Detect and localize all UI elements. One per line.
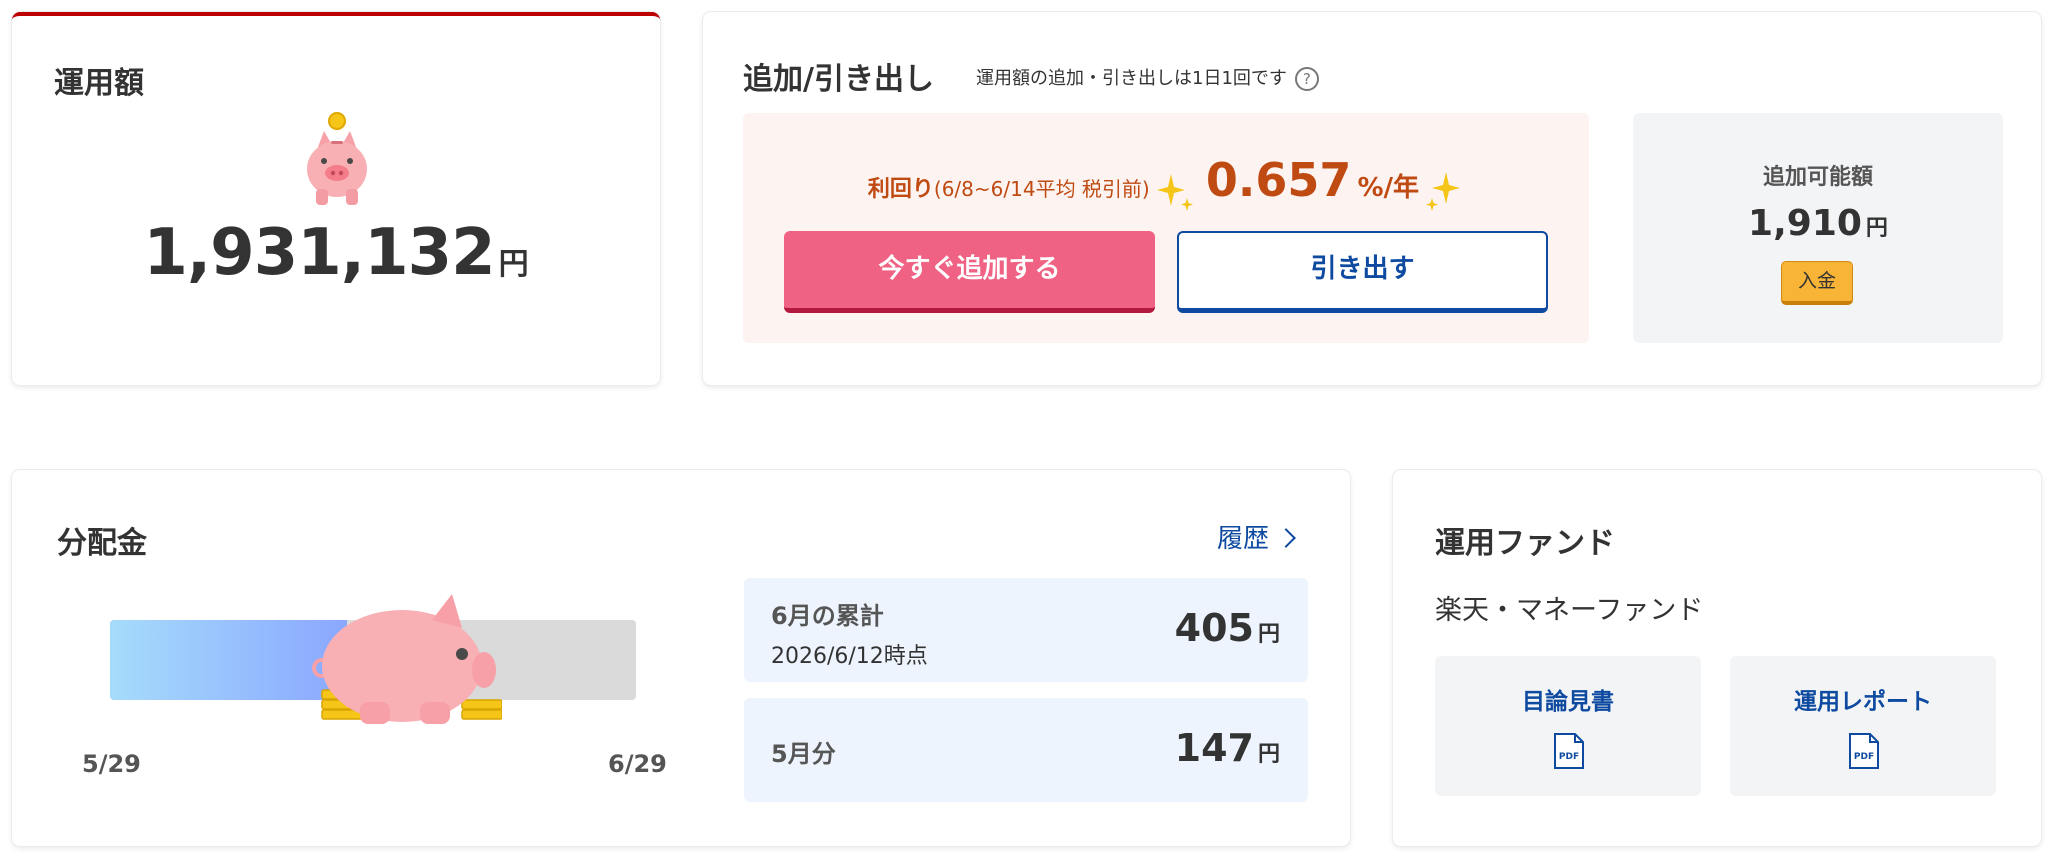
yield-unit: %/年 [1357, 173, 1419, 203]
history-link-label: 履歴 [1217, 524, 1270, 554]
frequency-note: 運用額の追加・引き出しは1日1回です? [976, 64, 1319, 91]
piggy-bank-icon [312, 594, 502, 724]
fund-name: 楽天・マネーファンド [1435, 595, 1704, 626]
prospectus-button[interactable]: 目論見書 PDF [1435, 656, 1701, 796]
start-date: 5/29 [82, 750, 141, 778]
pdf-icon-text: PDF [1854, 752, 1874, 762]
end-date: 6/29 [608, 750, 667, 778]
chevron-right-icon [1276, 527, 1296, 548]
add-withdraw-card: 追加/引き出し 運用額の追加・引き出しは1日1回です? 利回り(6/8~6/14… [703, 12, 2041, 385]
available-panel: 追加可能額 1,910 円 入金 [1633, 113, 2003, 343]
distribution-title: 分配金 [57, 526, 147, 561]
piggy-bank-coin-icon [307, 112, 367, 205]
month-total-row: 6月の累計 2026/6/12時点 405 円 [744, 578, 1308, 682]
yield-label: 利回り [867, 177, 934, 202]
prev-month-amount-unit: 円 [1257, 742, 1280, 767]
fund-title: 運用ファンド [1435, 526, 1615, 561]
yield-line: 利回り(6/8~6/14平均 税引前) 0.657 %/年 [743, 153, 1589, 214]
sparkle-icon [1426, 171, 1461, 211]
available-amount: 1,910 円 [1633, 203, 2003, 244]
yield-period: (6/8~6/14平均 税引前) [933, 177, 1150, 201]
add-withdraw-title: 追加/引き出し [743, 62, 934, 97]
available-amount-value: 1,910 [1748, 203, 1862, 244]
report-button[interactable]: 運用レポート PDF [1730, 656, 1996, 796]
yield-rate: 0.657 [1205, 153, 1352, 207]
prev-month-row: 5月分 147 円 [744, 698, 1308, 802]
prev-month-label: 5月分 [771, 740, 836, 768]
available-label: 追加可能額 [1762, 165, 1873, 190]
fund-card: 運用ファンド 楽天・マネーファンド 目論見書 PDF 運用レポート PDF [1393, 470, 2041, 846]
frequency-note-text: 運用額の追加・引き出しは1日1回です [976, 68, 1287, 89]
month-total-amount-unit: 円 [1257, 622, 1280, 647]
balance-card: 運用額 1,931,132 円 [12, 12, 660, 385]
report-label: 運用レポート [1794, 689, 1932, 715]
help-icon[interactable]: ? [1294, 67, 1319, 91]
pdf-icon-text: PDF [1559, 752, 1579, 762]
pdf-icon: PDF [1554, 733, 1584, 769]
sparkle-icon [1156, 173, 1193, 211]
balance-title: 運用額 [54, 66, 144, 101]
balance-amount: 1,931,132 円 [12, 216, 660, 290]
add-now-button[interactable]: 今すぐ追加する [784, 231, 1155, 313]
available-amount-unit: 円 [1865, 216, 1888, 241]
yield-panel: 利回り(6/8~6/14平均 税引前) 0.657 %/年 今すぐ追加する 引き出… [743, 113, 1589, 343]
month-total-amount-value: 405 [1174, 606, 1254, 650]
balance-amount-unit: 円 [498, 247, 529, 282]
withdraw-button[interactable]: 引き出す [1177, 231, 1548, 313]
pdf-icon: PDF [1849, 733, 1879, 769]
prospectus-label: 目論見書 [1522, 689, 1614, 715]
prev-month-amount-value: 147 [1174, 726, 1254, 770]
prev-month-amount: 147 円 [1175, 726, 1280, 770]
month-total-amount: 405 円 [1175, 606, 1280, 650]
history-link[interactable]: 履歴 [1217, 518, 1296, 555]
month-total-date: 2026/6/12時点 [771, 644, 928, 669]
month-total-label: 6月の累計 [771, 602, 884, 630]
deposit-button[interactable]: 入金 [1781, 261, 1853, 305]
balance-amount-value: 1,931,132 [143, 216, 495, 290]
distribution-card: 分配金 履歴 5/29 6/29 6月の累計 2026/6/12時点 405円 [12, 470, 1350, 846]
